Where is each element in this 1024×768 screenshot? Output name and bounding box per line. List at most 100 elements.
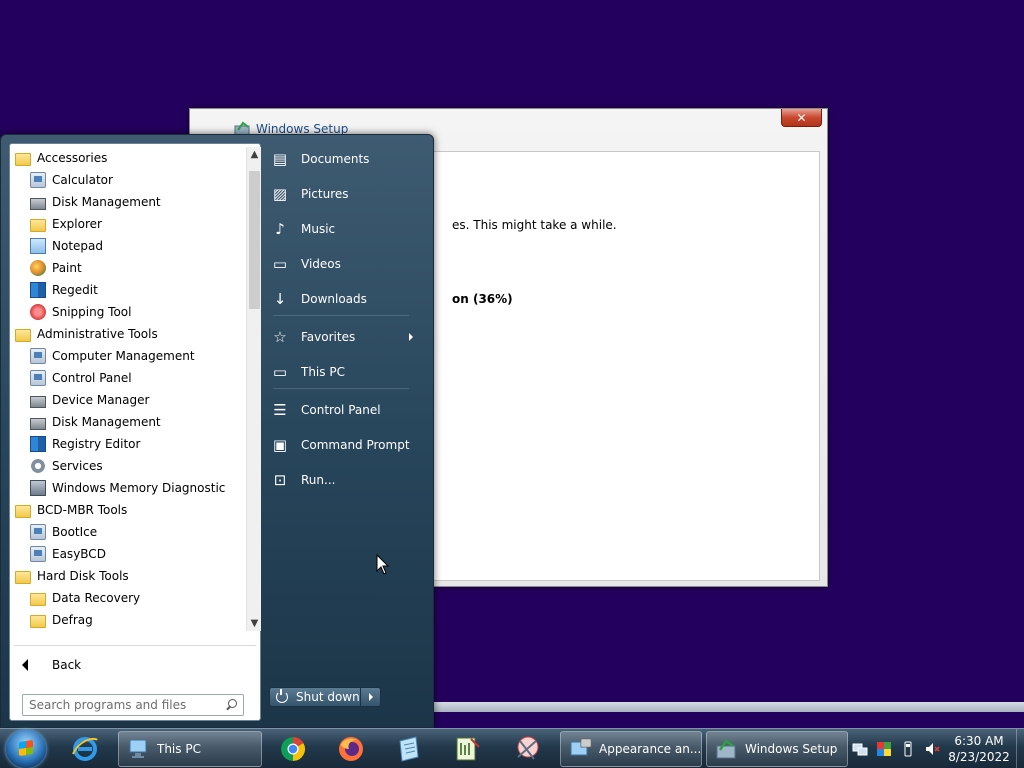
memory-icon: [30, 480, 46, 496]
snipping-icon: [30, 304, 46, 320]
scroll-up-icon[interactable]: ▲: [247, 147, 262, 162]
close-button[interactable]: ✕: [781, 109, 822, 127]
disk-icon: [30, 417, 46, 430]
program-label: Device Manager: [52, 393, 150, 407]
notepad-icon[interactable]: [392, 733, 426, 765]
program-item[interactable]: Windows Memory Diagnostic: [10, 477, 246, 499]
program-folder[interactable]: BCD-MBR Tools: [10, 499, 246, 521]
place-label: Control Panel: [301, 403, 381, 417]
scroll-thumb[interactable]: [249, 171, 260, 309]
search-box[interactable]: [22, 694, 244, 716]
programs-scrollbar[interactable]: ▲ ▼: [246, 147, 261, 631]
search-icon[interactable]: [225, 699, 237, 711]
back-button[interactable]: Back: [18, 654, 254, 676]
show-desktop-button[interactable]: [1016, 729, 1024, 768]
power-icon: [276, 689, 288, 703]
taskbar-task-windows-setup[interactable]: Windows Setup: [706, 731, 848, 767]
appearance-icon: [570, 738, 592, 756]
star-icon: ☆: [273, 327, 287, 346]
program-folder[interactable]: Accessories: [10, 147, 246, 169]
network-icon[interactable]: [852, 741, 868, 757]
program-item[interactable]: Calculator: [10, 169, 246, 191]
documents-icon: ▤: [272, 149, 288, 168]
program-item[interactable]: Regedit: [10, 279, 246, 301]
place-label: Music: [301, 222, 336, 236]
taskbar-task-this-pc[interactable]: This PC: [118, 731, 262, 767]
editor-icon[interactable]: [450, 733, 484, 765]
program-label: Windows Memory Diagnostic: [52, 481, 226, 495]
program-label: Disk Management: [52, 195, 161, 209]
program-label: Computer Management: [52, 349, 195, 363]
calculator-icon: [30, 172, 46, 188]
pictures-icon: ▨: [272, 184, 288, 203]
scroll-down-icon[interactable]: ▼: [247, 616, 262, 631]
folder-icon: [30, 614, 46, 628]
place-item[interactable]: ⊡ Run...: [269, 465, 427, 495]
place-item[interactable]: ▭ This PC: [269, 357, 427, 387]
program-item[interactable]: Computer Management: [10, 345, 246, 367]
pane-divider: [14, 645, 256, 646]
program-item[interactable]: Explorer: [10, 213, 246, 235]
place-item[interactable]: ↓ Downloads: [269, 284, 427, 314]
folder-icon: [15, 152, 31, 166]
program-folder[interactable]: Hard Disk Tools: [10, 565, 246, 587]
program-item[interactable]: Device Manager: [10, 389, 246, 411]
place-item[interactable]: ▤ Documents: [269, 144, 427, 174]
program-item[interactable]: Data Recovery: [10, 587, 246, 609]
app-icon: [30, 546, 46, 562]
place-item[interactable]: ▨ Pictures: [269, 179, 427, 209]
program-item[interactable]: Defrag: [10, 609, 246, 631]
setup-progress-text: on (36%): [452, 292, 513, 306]
firefox-icon[interactable]: [334, 733, 368, 765]
program-item[interactable]: Disk Management: [10, 411, 246, 433]
place-item[interactable]: ♪ Music: [269, 214, 427, 244]
program-item[interactable]: EasyBCD: [10, 543, 246, 565]
internet-explorer-icon[interactable]: [68, 733, 102, 765]
command-prompt-icon: ▣: [272, 435, 288, 454]
taskbar: This PC Appearance an... Windows Setup 6…: [0, 728, 1024, 768]
shutdown-button[interactable]: Shut down: [269, 687, 361, 707]
clock[interactable]: 6:30 AM 8/23/2022: [948, 733, 1010, 765]
program-label: Calculator: [52, 173, 113, 187]
chevron-right-icon: [368, 693, 373, 701]
program-label: BootIce: [52, 525, 98, 539]
program-item[interactable]: BootIce: [10, 521, 246, 543]
control-panel-icon: [30, 370, 46, 386]
place-item[interactable]: ▭ Videos: [269, 249, 427, 279]
search-input[interactable]: [29, 698, 225, 712]
usb-icon[interactable]: [900, 741, 916, 757]
program-folder[interactable]: Administrative Tools: [10, 323, 246, 345]
program-item[interactable]: Snipping Tool: [10, 301, 246, 323]
program-item[interactable]: Paint: [10, 257, 246, 279]
program-item[interactable]: Registry Editor: [10, 433, 246, 455]
program-item[interactable]: Control Panel: [10, 367, 246, 389]
place-item[interactable]: ☆ Favorites: [269, 322, 427, 352]
taskbar-task-appearance[interactable]: Appearance an...: [560, 731, 702, 767]
regedit-icon: [30, 282, 46, 298]
place-item[interactable]: ▣ Command Prompt: [269, 430, 427, 460]
volume-muted-icon[interactable]: [924, 741, 940, 757]
place-label: Run...: [301, 473, 336, 487]
program-label: Explorer: [52, 217, 102, 231]
program-label: Data Recovery: [52, 591, 141, 605]
clock-date: 8/23/2022: [948, 750, 1010, 764]
chrome-icon[interactable]: [276, 733, 310, 765]
start-button[interactable]: [6, 730, 46, 768]
program-label: Accessories: [37, 151, 108, 165]
folder-icon: [15, 328, 31, 342]
program-item[interactable]: Disk Management: [10, 191, 246, 213]
place-item[interactable]: ☰ Control Panel: [269, 395, 427, 425]
shutdown-label: Shut down: [296, 690, 360, 704]
place-label: This PC: [301, 365, 345, 379]
snipping-tool-icon[interactable]: [510, 733, 544, 765]
program-item[interactable]: Notepad: [10, 235, 246, 257]
folder-icon: [15, 570, 31, 584]
folder-icon: [15, 504, 31, 518]
program-item[interactable]: Services: [10, 455, 246, 477]
shutdown-options-button[interactable]: [361, 687, 381, 707]
places-separator: [273, 315, 409, 316]
folder-icon: [30, 592, 46, 606]
color-icon[interactable]: [876, 741, 892, 757]
windows-logo-icon: [19, 740, 33, 756]
taskbar-task-label: Windows Setup: [745, 742, 838, 756]
